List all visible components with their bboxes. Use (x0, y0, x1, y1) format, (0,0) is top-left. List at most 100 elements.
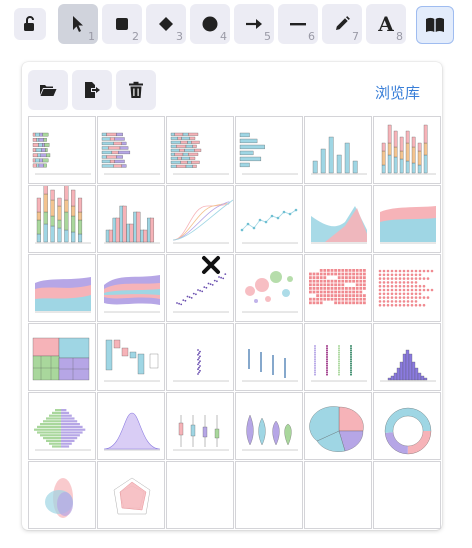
library-empty-slot[interactable] (166, 461, 234, 529)
unlock-icon (24, 16, 34, 31)
toolbar: 1 2 3 4 5 6 7 A 8 (0, 0, 472, 56)
library-item-thumbnail (172, 199, 233, 244)
library-item[interactable] (28, 254, 96, 322)
library-item-thumbnail (104, 275, 160, 313)
library-item-thumbnail (311, 136, 367, 175)
library-empty-slot[interactable] (304, 461, 372, 529)
library-item-thumbnail (35, 186, 91, 244)
library-item-thumbnail (173, 349, 229, 382)
library-items-grid (28, 116, 441, 529)
library-item[interactable] (166, 116, 234, 184)
export-library-button[interactable] (72, 70, 112, 110)
library-item[interactable] (166, 392, 234, 460)
library-item-thumbnail (242, 349, 298, 382)
tool-line-button[interactable]: 6 (278, 4, 318, 44)
library-item[interactable] (28, 185, 96, 253)
library-item[interactable] (373, 254, 441, 322)
library-item-thumbnail (240, 208, 298, 244)
library-item[interactable] (373, 185, 441, 253)
library-item[interactable] (304, 116, 372, 184)
circle-icon (202, 16, 218, 32)
tool-draw-button[interactable]: 7 (322, 4, 362, 44)
tool-ellipse-button[interactable]: 4 (190, 4, 230, 44)
file-export-icon (85, 82, 100, 98)
library-item-thumbnail (170, 132, 229, 175)
library-item[interactable] (97, 323, 165, 391)
library-item-thumbnail (239, 132, 298, 175)
library-item-thumbnail (101, 132, 160, 175)
library-item[interactable] (235, 254, 303, 322)
library-item-thumbnail (311, 345, 367, 382)
library-panel: 浏览库 (22, 62, 442, 530)
tool-rectangle-button[interactable]: 2 (102, 4, 142, 44)
close-x-icon[interactable] (200, 254, 222, 276)
tool-diamond-button[interactable]: 3 (146, 4, 186, 44)
library-item[interactable] (28, 323, 96, 391)
open-library-button[interactable] (28, 70, 68, 110)
library-item[interactable] (304, 254, 372, 322)
line-icon (290, 23, 306, 26)
library-item[interactable] (235, 185, 303, 253)
book-icon (426, 17, 444, 32)
library-item[interactable] (304, 185, 372, 253)
diamond-icon (159, 17, 173, 31)
library-item-thumbnail (32, 337, 90, 381)
delete-library-button[interactable] (116, 70, 156, 110)
tool-key: 8 (396, 30, 403, 43)
trash-icon (129, 81, 143, 98)
lock-button[interactable] (14, 8, 46, 40)
library-item-thumbnail (167, 462, 233, 528)
library-item[interactable] (97, 461, 165, 529)
library-item[interactable] (235, 392, 303, 460)
tool-key: 2 (132, 30, 139, 43)
library-item-thumbnail (242, 414, 298, 451)
library-item[interactable] (28, 116, 96, 184)
library-item[interactable] (373, 392, 441, 460)
browse-libraries-link[interactable]: 浏览库 (375, 82, 420, 103)
tool-selection-button[interactable]: 1 (58, 4, 98, 44)
library-item[interactable] (166, 185, 234, 253)
library-item[interactable] (97, 254, 165, 322)
library-item-thumbnail (104, 339, 160, 382)
library-item[interactable] (235, 323, 303, 391)
library-item-thumbnail (380, 206, 436, 244)
library-item[interactable] (235, 116, 303, 184)
library-item[interactable] (97, 116, 165, 184)
tool-key: 5 (264, 30, 271, 43)
library-item-thumbnail (380, 124, 436, 175)
tool-key: 4 (220, 30, 227, 43)
tool-text-button[interactable]: A 8 (366, 4, 406, 44)
library-item-thumbnail (374, 462, 440, 528)
library-item-thumbnail (378, 269, 434, 307)
library-item[interactable] (166, 323, 234, 391)
library-item-thumbnail (104, 205, 160, 244)
library-empty-slot[interactable] (373, 461, 441, 529)
library-item[interactable] (373, 116, 441, 184)
library-item-thumbnail (32, 132, 91, 175)
library-item[interactable] (373, 323, 441, 391)
library-item-thumbnail (309, 269, 366, 305)
library-item-thumbnail (35, 277, 91, 313)
library-item[interactable] (97, 185, 165, 253)
library-item-thumbnail (173, 415, 229, 451)
library-item-thumbnail (103, 412, 161, 451)
library-item-thumbnail (309, 406, 364, 452)
library-item-thumbnail (384, 407, 432, 455)
library-item[interactable] (28, 461, 96, 529)
library-item[interactable] (28, 392, 96, 460)
pointer-icon (73, 16, 83, 32)
library-item-thumbnail (236, 462, 302, 528)
tool-arrow-button[interactable]: 5 (234, 4, 274, 44)
library-item-thumbnail (113, 477, 151, 515)
library-item[interactable] (97, 392, 165, 460)
tool-key: 1 (88, 30, 95, 43)
library-empty-slot[interactable] (235, 461, 303, 529)
library-item-thumbnail (45, 478, 73, 518)
tool-key: 7 (352, 30, 359, 43)
library-button[interactable] (416, 6, 454, 44)
text-icon: A (378, 12, 394, 36)
library-item[interactable] (304, 392, 372, 460)
library-item[interactable] (304, 323, 372, 391)
square-icon (116, 18, 128, 30)
library-item-thumbnail (242, 271, 298, 313)
